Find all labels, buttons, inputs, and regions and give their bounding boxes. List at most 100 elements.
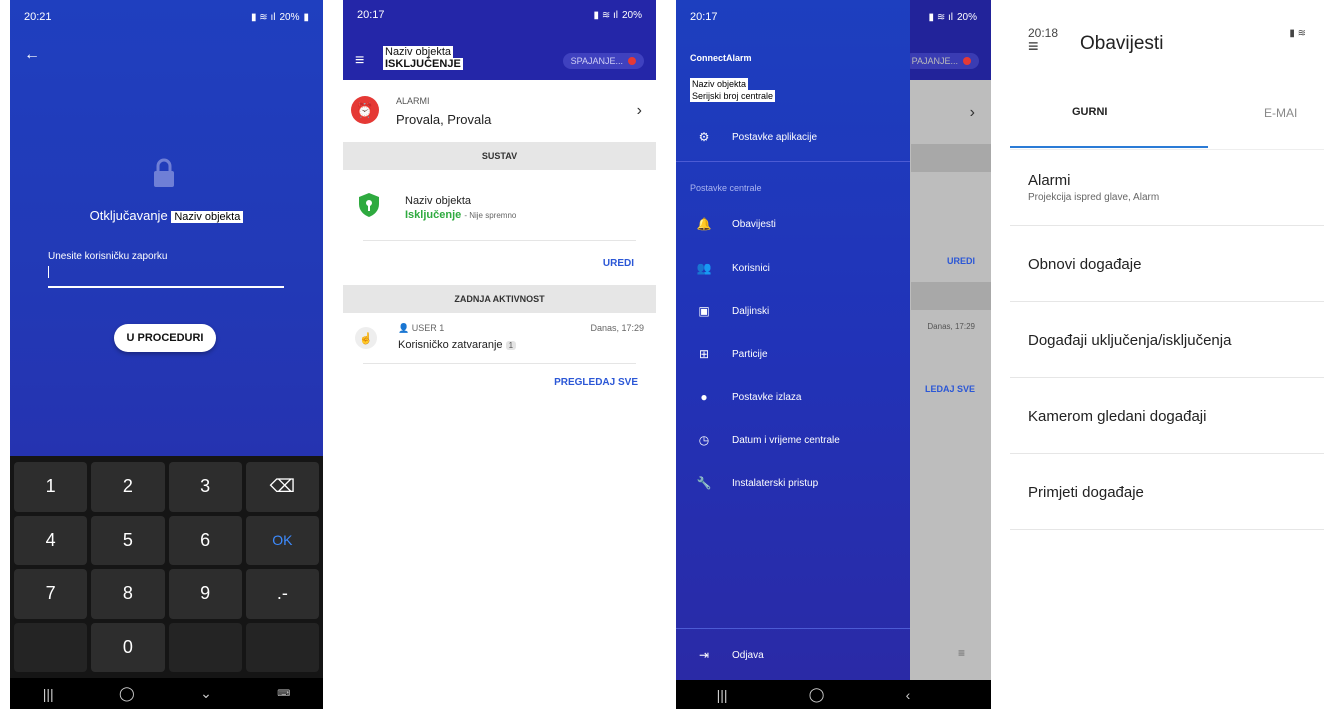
key-5[interactable]: 5 bbox=[91, 515, 165, 565]
list-item[interactable]: Kamerom gledani događaji bbox=[1010, 378, 1324, 454]
activity-row[interactable]: ☝ 👤 USER 1 Danas, 17:29 Korisničko zatva… bbox=[343, 313, 656, 363]
status-time: 20:17 bbox=[690, 11, 718, 23]
password-label: Unesite korisničku zaporku bbox=[48, 251, 168, 262]
menu-item-installer[interactable]: 🔧 Instalaterski pristup bbox=[676, 466, 910, 500]
hide-keyboard-icon[interactable]: ⌄ bbox=[200, 685, 212, 702]
key-0[interactable]: 0 bbox=[91, 622, 165, 672]
key-3[interactable]: 3 bbox=[168, 462, 242, 512]
alarms-row[interactable]: ⏰ ALARMI Provala, Provala › bbox=[343, 80, 656, 142]
key-.-[interactable]: .- bbox=[245, 569, 319, 619]
signal-icon: ▮ ≋ ıl bbox=[251, 11, 276, 23]
back-icon[interactable]: ‹ bbox=[906, 687, 911, 703]
list-item[interactable]: Primjeti događaje bbox=[1010, 454, 1324, 530]
list-item[interactable]: Događaji uključenja/isključenja bbox=[1010, 302, 1324, 378]
menu-icon[interactable]: ≡ bbox=[355, 52, 364, 70]
key-blank bbox=[245, 622, 319, 672]
status-time: 20:21 bbox=[24, 11, 52, 23]
edit-button[interactable]: UREDI bbox=[343, 241, 656, 285]
signal-icon: ▮ ≋ bbox=[1289, 27, 1306, 39]
users-icon: 👥 bbox=[696, 261, 712, 275]
status-bar: 20:17 ▮ ≋ ıl 20% bbox=[343, 0, 656, 30]
backspace-key[interactable]: ⌫ bbox=[245, 462, 319, 512]
wrench-icon: 🔧 bbox=[696, 476, 712, 490]
key-blank bbox=[14, 622, 88, 672]
serial-number: Serijski broj centrale bbox=[690, 90, 776, 102]
header-object: Naziv objekta bbox=[383, 46, 454, 58]
battery-level: 20% bbox=[621, 9, 642, 21]
tab-email[interactable]: E-MAI bbox=[1264, 106, 1297, 120]
unlock-screen: 20:21 ▮ ≋ ıl 20% ▮ ← Otključavanje Naziv… bbox=[10, 0, 323, 709]
menu-item-users[interactable]: 👥 Korisnici bbox=[676, 251, 910, 285]
header-state: ISKLJUČENJE bbox=[383, 58, 463, 70]
password-input[interactable] bbox=[48, 286, 284, 288]
header-title: Naziv objekta ISKLJUČENJE bbox=[383, 46, 463, 70]
menu-item-app-settings[interactable]: ⚙ Postavke aplikacije bbox=[676, 120, 910, 154]
system-section-header: SUSTAV bbox=[343, 142, 656, 170]
bell-icon: 🔔 bbox=[696, 217, 712, 231]
divider bbox=[676, 628, 910, 629]
back-arrow-icon[interactable]: ← bbox=[24, 46, 40, 64]
page-title: Obavijesti bbox=[1080, 33, 1164, 54]
chevron-right-icon: › bbox=[636, 102, 642, 119]
procedure-button[interactable]: U PROCEDURI bbox=[114, 324, 216, 352]
home-icon[interactable]: ◯ bbox=[119, 685, 135, 702]
partitions-icon: ⊞ bbox=[698, 347, 710, 361]
menu-item-partitions[interactable]: ⊞ Particije bbox=[676, 337, 910, 371]
object-name: Naziv objekta bbox=[171, 211, 244, 223]
tab-push[interactable]: GURNI bbox=[1072, 106, 1107, 118]
key-2[interactable]: 2 bbox=[91, 462, 165, 512]
app-header: 20:17 ▮ ≋ ıl 20% ≡ Naziv objekta ISKLJUČ… bbox=[343, 0, 656, 80]
ok-key[interactable]: OK bbox=[245, 515, 319, 565]
clock-icon: ◷ bbox=[698, 433, 710, 447]
key-7[interactable]: 7 bbox=[14, 569, 88, 619]
menu-item-outputs[interactable]: ● Postavke izlaza bbox=[676, 380, 910, 414]
status-bar: 20:18 ▮ ≋ bbox=[1010, 0, 1324, 66]
divider bbox=[676, 161, 910, 162]
object-name: Naziv objekta bbox=[690, 78, 749, 90]
key-blank bbox=[168, 622, 242, 672]
signal-icon: ▮ ≋ ıl bbox=[928, 11, 953, 23]
status-bar: 20:21 ▮ ≋ ıl 20% ▮ bbox=[10, 0, 323, 34]
system-row[interactable]: Naziv objekta Isključenje - Nije spremno bbox=[343, 170, 656, 240]
chevron-right-icon: › bbox=[969, 104, 975, 121]
key-8[interactable]: 8 bbox=[91, 569, 165, 619]
key-1[interactable]: 1 bbox=[14, 462, 88, 512]
menu-item-notifications[interactable]: 🔔 Obavijesti bbox=[676, 207, 910, 241]
shield-icon bbox=[359, 193, 379, 217]
alarms-label: ALARMI bbox=[396, 96, 430, 106]
app-name: ConnectAlarm bbox=[690, 53, 752, 63]
key-9[interactable]: 9 bbox=[168, 569, 242, 619]
activity-user: 👤 USER 1 bbox=[398, 323, 445, 333]
active-tab-indicator bbox=[1010, 146, 1208, 148]
menu-icon[interactable]: ≡ bbox=[1028, 36, 1039, 57]
remote-icon: ▣ bbox=[698, 304, 710, 318]
key-6[interactable]: 6 bbox=[168, 515, 242, 565]
list-item[interactable]: Alarmi Projekcija ispred glave, Alarm bbox=[1010, 150, 1324, 226]
lock-icon bbox=[154, 158, 174, 187]
battery-level: 20% bbox=[956, 11, 977, 23]
list-item[interactable]: Obnovi događaje bbox=[1010, 226, 1324, 302]
connection-badge: SPAJANJE... bbox=[562, 53, 644, 69]
hand-icon: ☝ bbox=[355, 327, 377, 349]
home-icon[interactable]: ◯ bbox=[809, 686, 825, 703]
bulb-icon: ● bbox=[700, 390, 708, 404]
notifications-screen: 20:18 ▮ ≋ ≡ Obavijesti GURNI E-MAI Alarm… bbox=[1010, 0, 1324, 709]
recents-icon[interactable]: ||| bbox=[717, 687, 728, 703]
list-icon: ≡ bbox=[957, 646, 965, 660]
navigation-drawer: 20:17 ▮ ≋ ıl 20% ConnectAlarm Naziv obje… bbox=[676, 0, 977, 680]
view-all-button[interactable]: PREGLEDAJ SVE bbox=[343, 364, 656, 400]
keyboard-icon[interactable]: ⌨ bbox=[277, 688, 290, 699]
logout-button[interactable]: ⇥ Odjava bbox=[676, 638, 910, 672]
menu-item-datetime[interactable]: ◷ Datum i vrijeme centrale bbox=[676, 423, 910, 457]
recents-icon[interactable]: ||| bbox=[43, 686, 54, 702]
activity-count: 1 bbox=[505, 341, 517, 350]
key-4[interactable]: 4 bbox=[14, 515, 88, 565]
tab-bar: GURNI E-MAI bbox=[1010, 66, 1324, 150]
alarms-value: Provala, Provala bbox=[396, 112, 492, 127]
password-caret bbox=[48, 266, 49, 278]
system-nav-bar: ||| ◯ ‹ bbox=[676, 680, 991, 709]
system-state: Isključenje - Nije spremno bbox=[405, 209, 517, 221]
alarm-bell-icon: ⏰ bbox=[351, 96, 379, 124]
gear-icon: ⚙ bbox=[698, 130, 710, 144]
menu-item-remotes[interactable]: ▣ Daljinski bbox=[676, 294, 910, 328]
